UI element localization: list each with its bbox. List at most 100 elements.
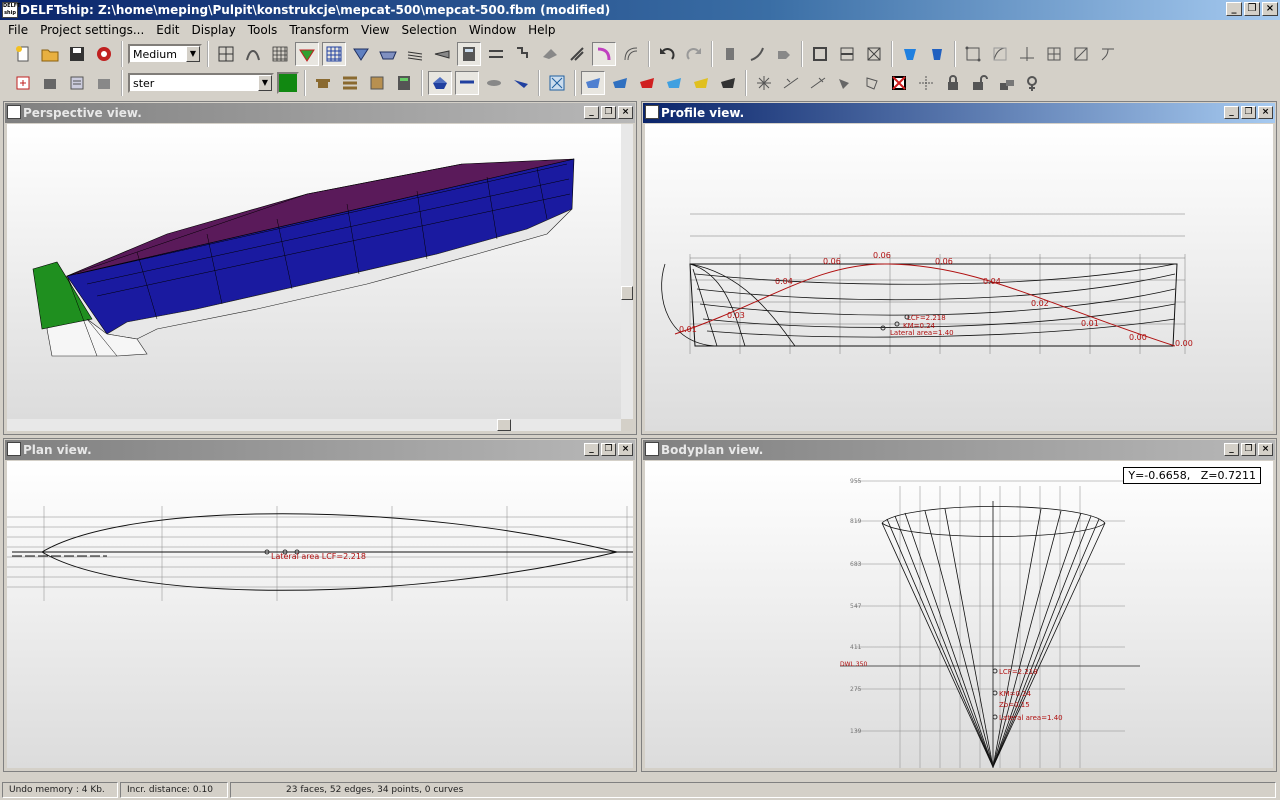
save-disk-icon[interactable] (65, 42, 89, 66)
menu-display[interactable]: Display (186, 20, 242, 40)
menu-project-settings[interactable]: Project settings... (34, 20, 150, 40)
menu-view[interactable]: View (355, 20, 395, 40)
grid-icon[interactable] (214, 42, 238, 66)
menu-file[interactable]: File (2, 20, 34, 40)
chevron-down-icon[interactable]: ▼ (186, 46, 200, 62)
profile-canvas[interactable]: 0.01 0.03 0.04 0.06 0.06 0.06 0.04 0.02 … (645, 124, 1273, 431)
shade-zebra-icon[interactable] (509, 71, 533, 95)
flowlines-icon[interactable] (511, 42, 535, 66)
face-invert-icon[interactable] (835, 42, 859, 66)
menu-help[interactable]: Help (522, 20, 561, 40)
control-net-icon[interactable] (268, 42, 292, 66)
perspective-close-button[interactable]: × (618, 106, 633, 119)
shade-hull-icon[interactable] (428, 71, 452, 95)
point-unlock-all-icon[interactable] (995, 71, 1019, 95)
plan-close-button[interactable]: × (618, 443, 633, 456)
layer-name-dropdown[interactable]: ster ▼ (128, 73, 274, 93)
profile-maximize-button[interactable]: ❐ (1241, 106, 1256, 119)
layer-box-icon[interactable] (365, 71, 389, 95)
perspective-horizontal-scrollbar[interactable] (7, 419, 621, 431)
layer-list-icon[interactable] (92, 71, 116, 95)
perspective-minimize-button[interactable]: _ (584, 106, 599, 119)
shade-gauss-icon[interactable] (455, 71, 479, 95)
bodyplan-minimize-button[interactable]: _ (1224, 443, 1239, 456)
plan-maximize-button[interactable]: ❐ (601, 443, 616, 456)
open-folder-icon[interactable] (38, 42, 62, 66)
layer-properties-icon[interactable] (65, 71, 89, 95)
markers-icon[interactable] (538, 42, 562, 66)
select-red-icon[interactable] (635, 71, 659, 95)
rotate-icon[interactable] (1042, 42, 1066, 66)
point-anchor-icon[interactable] (1022, 71, 1046, 95)
new-file-icon[interactable] (11, 42, 35, 66)
lackenby-icon[interactable] (862, 42, 886, 66)
hydrostatics-calculator-icon[interactable] (457, 42, 481, 66)
curvature-icon[interactable] (241, 42, 265, 66)
zebra-icon[interactable] (565, 42, 589, 66)
point-lock-icon[interactable] (941, 71, 965, 95)
point-new-icon[interactable] (752, 71, 776, 95)
new-layer-icon[interactable] (11, 71, 35, 95)
undo-icon[interactable] (655, 42, 679, 66)
face-new-icon[interactable] (808, 42, 832, 66)
point-move-icon[interactable] (914, 71, 938, 95)
point-extrude-icon[interactable] (860, 71, 884, 95)
menu-edit[interactable]: Edit (150, 20, 185, 40)
precision-dropdown[interactable]: Medium ▼ (128, 44, 202, 64)
zoom-in-icon[interactable] (988, 42, 1012, 66)
point-project-icon[interactable] (833, 71, 857, 95)
point-intersect-icon[interactable] (806, 71, 830, 95)
bodyplan-canvas[interactable]: Y=-0.6658, Z=0.7211 955 819 683 547 411 … (645, 461, 1273, 768)
layer-color-swatch[interactable] (277, 72, 299, 94)
restore-button[interactable]: ❐ (1244, 2, 1260, 16)
buttocks-icon[interactable] (376, 42, 400, 66)
waterlines-icon[interactable] (403, 42, 427, 66)
scroll-thumb[interactable] (621, 286, 633, 300)
interior-edges-icon[interactable] (295, 42, 319, 66)
plan-minimize-button[interactable]: _ (584, 443, 599, 456)
select-dark-icon[interactable] (716, 71, 740, 95)
menu-transform[interactable]: Transform (283, 20, 355, 40)
layer-stack-icon[interactable] (338, 71, 362, 95)
point-align-icon[interactable] (779, 71, 803, 95)
menu-selection[interactable]: Selection (396, 20, 463, 40)
menu-tools[interactable]: Tools (242, 20, 284, 40)
lines-plan-icon[interactable] (619, 42, 643, 66)
perspective-maximize-button[interactable]: ❐ (601, 106, 616, 119)
gridlines-icon[interactable] (322, 42, 346, 66)
delete-layer-icon[interactable] (38, 71, 62, 95)
curvature-plot-icon[interactable] (592, 42, 616, 66)
bodyplan-close-button[interactable]: × (1258, 443, 1273, 456)
point-unlock-icon[interactable] (968, 71, 992, 95)
perspective-vertical-scrollbar[interactable] (621, 124, 633, 419)
minimize-button[interactable]: _ (1226, 2, 1242, 16)
diagonals-icon[interactable] (430, 42, 454, 66)
stretch-icon[interactable] (1096, 42, 1120, 66)
select-all-icon[interactable] (581, 71, 605, 95)
layer-auto-group-icon[interactable] (311, 71, 335, 95)
stations-icon[interactable] (349, 42, 373, 66)
select-blue-icon[interactable] (608, 71, 632, 95)
shade-icon[interactable] (925, 42, 949, 66)
point-collapse-icon[interactable] (772, 42, 796, 66)
scroll-thumb[interactable] (497, 419, 511, 431)
shade-developable-icon[interactable] (482, 71, 506, 95)
select-yellow-icon[interactable] (689, 71, 713, 95)
help-lifebuoy-icon[interactable] (92, 42, 116, 66)
intersect-icon[interactable] (484, 42, 508, 66)
perspective-canvas[interactable] (7, 124, 621, 419)
select-cyan-icon[interactable] (662, 71, 686, 95)
redo-icon[interactable] (682, 42, 706, 66)
edge-split-icon[interactable] (718, 42, 742, 66)
chevron-down-icon[interactable]: ▼ (258, 75, 272, 91)
zoom-all-icon[interactable] (961, 42, 985, 66)
plan-canvas[interactable]: Lateral area LCF=2.218 (7, 461, 633, 768)
import-select-icon[interactable] (545, 71, 569, 95)
new-edge-icon[interactable] (745, 42, 769, 66)
profile-close-button[interactable]: × (1258, 106, 1273, 119)
menu-window[interactable]: Window (463, 20, 522, 40)
zoom-out-icon[interactable] (1015, 42, 1039, 66)
move-icon[interactable] (1069, 42, 1093, 66)
point-mirror-icon[interactable] (887, 71, 911, 95)
layer-calc-icon[interactable] (392, 71, 416, 95)
